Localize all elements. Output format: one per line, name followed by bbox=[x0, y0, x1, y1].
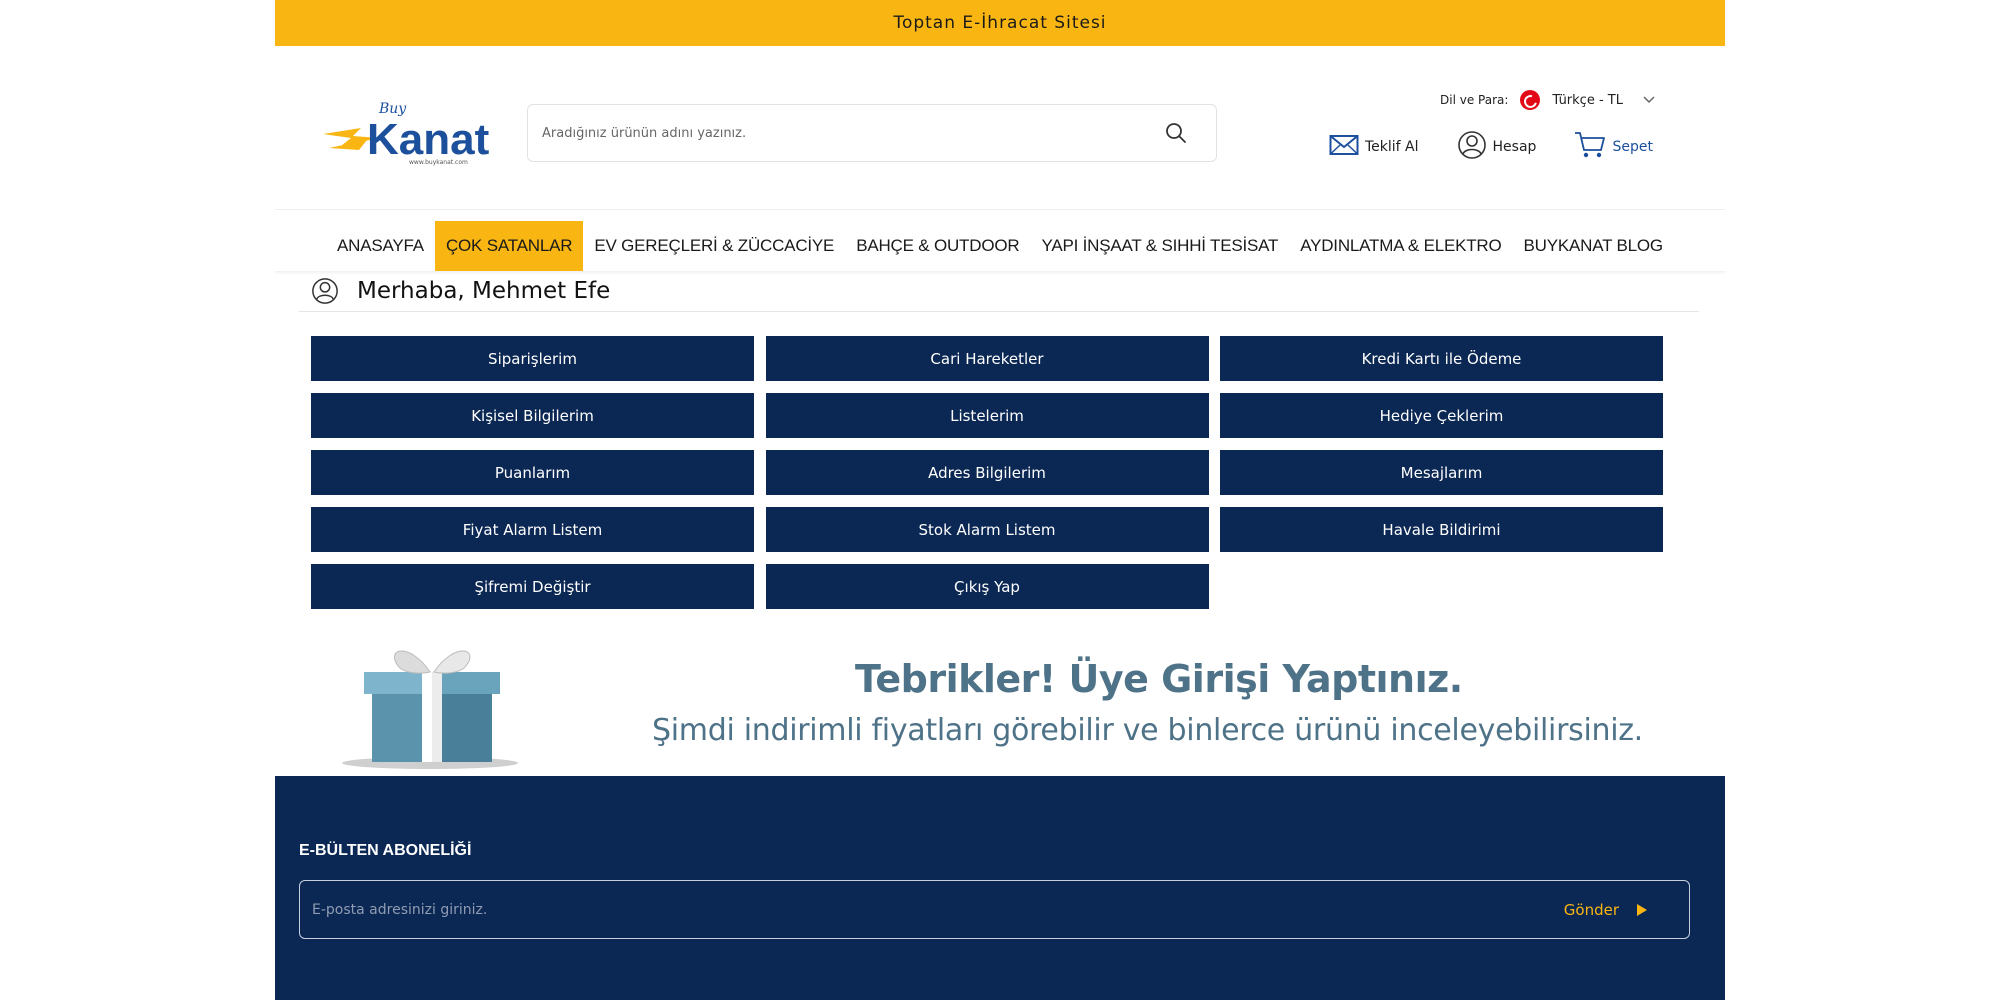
logo-graphic: Buy Kanat www.buykanat.com bbox=[323, 101, 490, 166]
newsletter-form: Gönder bbox=[299, 880, 1690, 939]
nav-construction[interactable]: YAPI İNŞAAT & SIHHİ TESİSAT bbox=[1030, 221, 1289, 271]
nav-shadow bbox=[275, 271, 1725, 275]
account-menu: Siparişlerim Cari Hareketler Kredi Kartı… bbox=[311, 336, 1663, 609]
menu-addresses-button[interactable]: Adres Bilgilerim bbox=[765, 450, 1209, 495]
language-label: Dil ve Para: bbox=[1440, 93, 1509, 107]
menu-account-movements-button[interactable]: Cari Hareketler bbox=[765, 336, 1209, 381]
greeting: Merhaba, Mehmet Efe bbox=[311, 277, 610, 305]
user-icon bbox=[311, 277, 339, 305]
gift-box-icon bbox=[330, 636, 530, 776]
newsletter-submit-button[interactable]: Gönder bbox=[1564, 901, 1647, 919]
greeting-divider bbox=[299, 311, 1699, 312]
language-currency-selector[interactable]: Dil ve Para: Türkçe - TL bbox=[1440, 90, 1655, 110]
nav-home[interactable]: ANASAYFA bbox=[326, 221, 435, 271]
page: Toptan E-İhracat Sitesi Buy Kanat www.bu… bbox=[275, 0, 1725, 1000]
menu-orders-button[interactable]: Siparişlerim bbox=[311, 336, 754, 381]
quote-label: Teklif Al bbox=[1365, 139, 1419, 155]
menu-stock-alarm-button[interactable]: Stok Alarm Listem bbox=[765, 507, 1209, 552]
cart-label: Sepet bbox=[1612, 139, 1653, 155]
footer: E-BÜLTEN ABONELİĞİ Gönder bbox=[275, 776, 1725, 1000]
nav-lighting[interactable]: AYDINLATMA & ELEKTRO bbox=[1289, 221, 1512, 271]
menu-points-button[interactable]: Puanlarım bbox=[311, 450, 754, 495]
menu-logout-button[interactable]: Çıkış Yap bbox=[765, 564, 1209, 609]
header-actions: Teklif Al Hesap Sepet bbox=[1329, 130, 1653, 164]
menu-lists-button[interactable]: Listelerim bbox=[765, 393, 1209, 438]
nav-blog[interactable]: BUYKANAT BLOG bbox=[1513, 221, 1674, 271]
menu-personal-info-button[interactable]: Kişisel Bilgilerim bbox=[311, 393, 754, 438]
main-nav: ANASAYFA ÇOK SATANLAR EV GEREÇLERİ & ZÜC… bbox=[275, 221, 1725, 271]
greeting-text: Merhaba, Mehmet Efe bbox=[357, 278, 611, 304]
search-icon[interactable] bbox=[1162, 119, 1190, 147]
nav-best-sellers[interactable]: ÇOK SATANLAR bbox=[434, 221, 584, 271]
welcome-banner: Tebrikler! Üye Girişi Yaptınız. Şimdi in… bbox=[330, 636, 1643, 772]
play-arrow-icon bbox=[1637, 903, 1647, 916]
newsletter-submit-label: Gönder bbox=[1563, 900, 1619, 919]
header-divider bbox=[275, 209, 1725, 210]
menu-change-password-button[interactable]: Şifremi Değiştir bbox=[311, 564, 754, 609]
menu-credit-card-payment-button[interactable]: Kredi Kartı ile Ödeme bbox=[1220, 336, 1663, 381]
mail-icon bbox=[1329, 134, 1359, 160]
menu-wire-transfer-button[interactable]: Havale Bildirimi bbox=[1220, 507, 1663, 552]
user-icon bbox=[1457, 130, 1487, 164]
menu-price-alarm-button[interactable]: Fiyat Alarm Listem bbox=[311, 507, 754, 552]
logo-url: www.buykanat.com bbox=[409, 159, 468, 166]
quote-button[interactable]: Teklif Al bbox=[1329, 134, 1419, 160]
cart-icon bbox=[1574, 131, 1606, 163]
search-input[interactable] bbox=[542, 125, 1162, 141]
nav-garden-outdoor[interactable]: BAHÇE & OUTDOOR bbox=[845, 221, 1030, 271]
nav-home-goods[interactable]: EV GEREÇLERİ & ZÜCCACİYE bbox=[583, 221, 845, 271]
menu-gift-cheques-button[interactable]: Hediye Çeklerim bbox=[1220, 393, 1663, 438]
logo-kanat: Kanat bbox=[367, 115, 490, 164]
search-box bbox=[527, 104, 1217, 162]
account-label: Hesap bbox=[1492, 139, 1537, 155]
account-button[interactable]: Hesap bbox=[1457, 130, 1537, 164]
site-logo[interactable]: Buy Kanat www.buykanat.com bbox=[323, 100, 503, 166]
newsletter-title: E-BÜLTEN ABONELİĞİ bbox=[299, 842, 472, 859]
banner-subline: Şimdi indirimli fiyatları görebilir ve b… bbox=[652, 713, 1643, 748]
announcement-text: Toptan E-İhracat Sitesi bbox=[893, 13, 1107, 33]
menu-messages-button[interactable]: Mesajlarım bbox=[1220, 450, 1663, 495]
banner-headline: Tebrikler! Üye Girişi Yaptınız. bbox=[855, 657, 1463, 701]
chevron-down-icon bbox=[1643, 93, 1655, 107]
cart-button[interactable]: Sepet bbox=[1574, 131, 1653, 163]
language-value: Türkçe - TL bbox=[1552, 92, 1623, 108]
turkey-flag-icon bbox=[1520, 90, 1541, 110]
top-announcement-bar: Toptan E-İhracat Sitesi bbox=[275, 0, 1725, 46]
newsletter-email-input[interactable] bbox=[312, 901, 1564, 918]
